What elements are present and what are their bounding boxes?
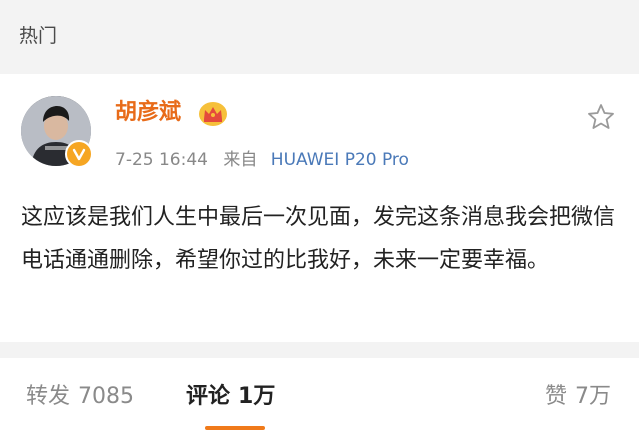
divider xyxy=(0,342,639,358)
tab-comment-count: 1万 xyxy=(238,384,276,409)
verified-icon xyxy=(65,140,93,168)
crown-icon[interactable] xyxy=(198,101,228,127)
tab-like-label: 赞 xyxy=(544,384,567,409)
section-title: 热门 xyxy=(19,25,58,47)
tab-like-count: 7万 xyxy=(575,384,611,409)
active-tab-indicator xyxy=(205,426,265,430)
post-meta: 7-25 16:44 来自 HUAWEI P20 Pro xyxy=(115,149,409,171)
avatar[interactable] xyxy=(21,96,93,168)
post-time: 7-25 16:44 xyxy=(115,150,208,170)
post-content: 这应该是我们人生中最后一次见面，发完这条消息我会把微信电话通通删除，希望你过的比… xyxy=(21,205,616,273)
tab-like[interactable]: 赞 7万 xyxy=(545,382,611,412)
from-label: 来自 xyxy=(223,150,258,170)
user-name[interactable]: 胡彦斌 xyxy=(115,99,181,127)
star-icon[interactable] xyxy=(586,102,616,132)
tab-repost-count: 7085 xyxy=(78,384,135,409)
tab-repost[interactable]: 转发 7085 xyxy=(26,382,134,412)
weibo-post-screen: 热门 胡彦斌 7-25 16:44 来自 HUAWEI P20 Pro 这应该是… xyxy=(0,0,639,438)
post-card[interactable]: 胡彦斌 7-25 16:44 来自 HUAWEI P20 Pro 这应该是我们人… xyxy=(0,74,639,342)
post-source[interactable]: HUAWEI P20 Pro xyxy=(271,150,409,170)
tab-comment[interactable]: 评论 1万 xyxy=(186,382,275,412)
action-tabs: 转发 7085 评论 1万 赞 7万 xyxy=(0,358,639,438)
section-header: 热门 xyxy=(0,0,639,74)
tab-repost-label: 转发 xyxy=(26,384,71,409)
tab-comment-label: 评论 xyxy=(186,384,231,409)
